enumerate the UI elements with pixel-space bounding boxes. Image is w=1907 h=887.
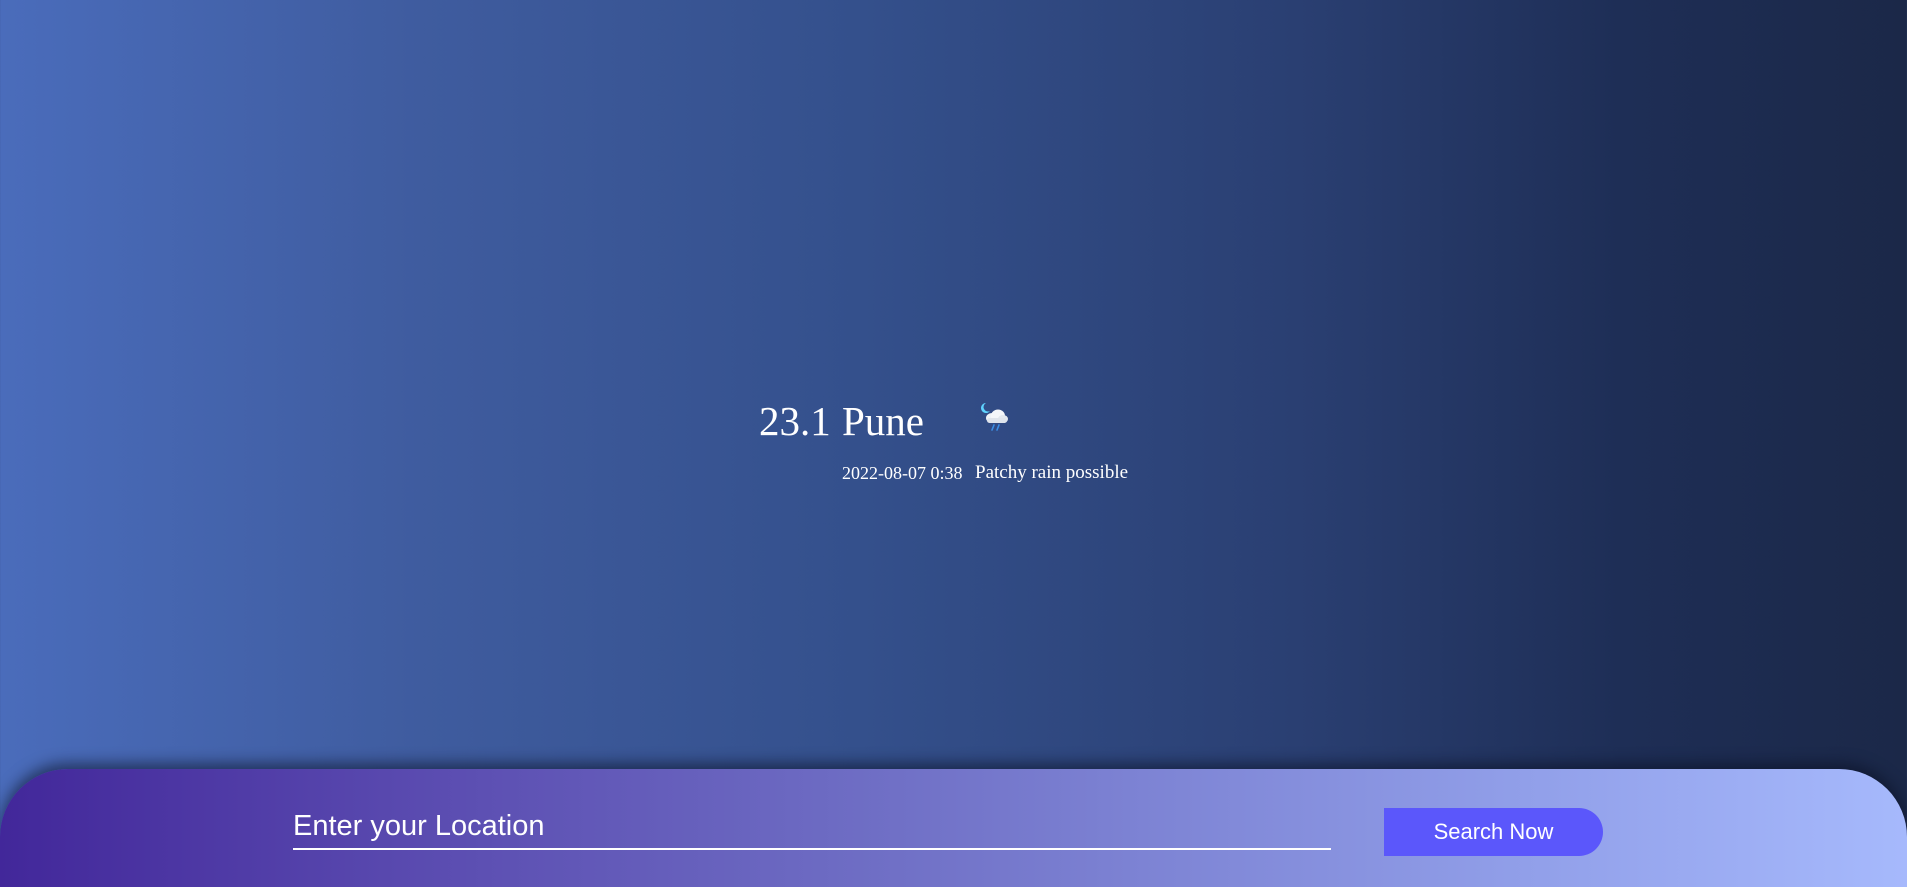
city-name: Pune <box>842 398 924 444</box>
date-time: 2022-08-07 0:38 <box>842 463 963 483</box>
temperature-value: 23.1 <box>759 398 831 444</box>
weather-condition: Patchy rain possible <box>975 462 1129 483</box>
weather-summary: 23.1 Pune 2022-08-07 0:38 Patchy rain po… <box>759 396 1179 496</box>
location-input[interactable] <box>293 804 1331 850</box>
night-rain-cloud-icon <box>977 400 1011 434</box>
search-now-button[interactable]: Search Now <box>1384 808 1603 856</box>
search-panel: Search Now <box>0 769 1907 887</box>
